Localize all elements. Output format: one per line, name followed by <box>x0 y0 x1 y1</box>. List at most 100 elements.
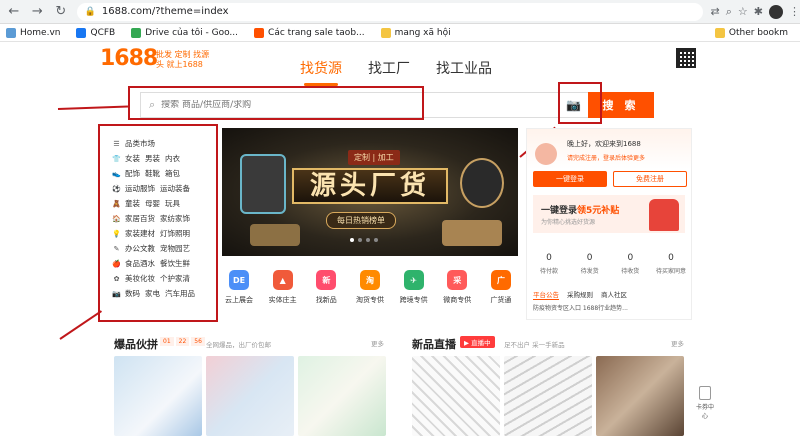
service-taobao-supply[interactable]: 淘淘货专供 <box>353 270 387 314</box>
banner-subtitle: 每日热销榜单 <box>326 212 396 229</box>
forward-button[interactable]: → <box>28 2 48 22</box>
tab-find-goods[interactable]: 找货源 <box>300 58 342 86</box>
live-thumbnail[interactable] <box>412 356 500 436</box>
news-link[interactable]: 防疫物资专区入口 1688行业趋势... <box>533 303 628 312</box>
warning-text[interactable]: 请完成注册，登录后体验更多 <box>567 153 645 162</box>
category-link[interactable]: 汽车用品 <box>165 288 195 299</box>
bookmark-item[interactable]: Drive của tôi - Goo... <box>131 27 238 38</box>
service-guangzhou[interactable]: 广广货通 <box>484 270 518 314</box>
category-icon: ⚽ <box>112 184 121 193</box>
category-row: 👟 配饰 鞋靴 箱包 <box>112 166 216 181</box>
category-link[interactable]: 个护家清 <box>160 273 190 284</box>
product-thumbnail[interactable] <box>298 356 386 436</box>
stat-pending-consent[interactable]: 0 待买家同意 <box>653 253 689 275</box>
category-row: 👕 女装 男装 内衣 <box>112 151 216 166</box>
category-link[interactable]: 内衣 <box>165 153 180 164</box>
banner-pagination <box>350 238 378 242</box>
service-icon: 新 <box>316 270 337 290</box>
bookmark-item[interactable]: Các trang sale taob... <box>254 27 365 38</box>
site-logo[interactable]: 1688 <box>100 46 158 71</box>
category-row: ☰ 品类市场 <box>112 136 216 151</box>
live-thumbnail[interactable] <box>596 356 684 436</box>
service-new-products[interactable]: 新找新品 <box>309 270 343 314</box>
tab-find-industrial[interactable]: 找工业品 <box>436 58 492 84</box>
banner-dot[interactable] <box>374 238 378 242</box>
stat-pending-receipt[interactable]: 0 待收货 <box>612 253 648 275</box>
register-button[interactable]: 免费注册 <box>613 171 687 187</box>
qr-code-icon[interactable] <box>676 48 696 68</box>
live-thumbnail[interactable] <box>504 356 592 436</box>
category-link[interactable]: 母婴 <box>145 198 160 209</box>
more-link[interactable]: 更多 <box>671 338 684 348</box>
banner-product-image <box>240 154 286 214</box>
login-promo[interactable]: 一键登录领5元补贴 为你精心挑选好货源 <box>533 195 685 233</box>
more-link[interactable]: 更多 <box>371 338 384 348</box>
category-link[interactable]: 品类市场 <box>125 138 155 149</box>
translate-icon[interactable]: ⇄ <box>711 5 720 18</box>
stat-pending-payment[interactable]: 0 待付款 <box>531 253 567 275</box>
category-row: 💡 家装建材 灯饰照明 <box>112 226 216 241</box>
category-link[interactable]: 餐饮生鲜 <box>160 258 190 269</box>
bookmark-item[interactable]: mang xã hội <box>380 27 451 38</box>
product-thumbnail[interactable] <box>114 356 202 436</box>
banner-headline: 源头厂货 <box>292 168 448 204</box>
banner-dot[interactable] <box>358 238 362 242</box>
service-icon: 广 <box>490 270 511 290</box>
tab-community[interactable]: 商人社区 <box>601 289 627 300</box>
section-title: 新品直播 <box>412 338 456 351</box>
bookmark-item[interactable]: QCFB <box>76 27 115 38</box>
category-link[interactable]: 美妆化妆 <box>125 273 155 284</box>
coupon-center[interactable]: 卡券中心 <box>694 386 716 420</box>
promo-banner[interactable]: 定制 | 加工 源头厂货 每日热销榜单 <box>222 128 518 256</box>
category-link[interactable]: 运动服饰 <box>125 183 155 194</box>
service-wechat-supply[interactable]: 采微商专供 <box>440 270 474 314</box>
category-link[interactable]: 家居百货 <box>125 213 155 224</box>
reload-button[interactable]: ↻ <box>51 2 71 22</box>
login-button[interactable]: 一键登录 <box>533 171 607 187</box>
category-link[interactable]: 配饰 <box>125 168 140 179</box>
category-link[interactable]: 童装 <box>125 198 140 209</box>
category-icon: 🍎 <box>112 259 121 268</box>
section-title: 爆品伙拼 <box>114 338 158 351</box>
category-link[interactable]: 箱包 <box>165 168 180 179</box>
menu-icon[interactable]: ⋮ <box>789 5 800 18</box>
category-icon: 👟 <box>112 169 121 178</box>
category-link[interactable]: 食品酒水 <box>125 258 155 269</box>
category-link[interactable]: 家纺家饰 <box>160 213 190 224</box>
category-link[interactable]: 鞋靴 <box>145 168 160 179</box>
category-link[interactable]: 数码 <box>125 288 140 299</box>
stat-pending-shipment[interactable]: 0 待发货 <box>572 253 608 275</box>
category-link[interactable]: 玩具 <box>165 198 180 209</box>
category-link[interactable]: 办公文教 <box>125 243 155 254</box>
star-icon[interactable]: ☆ <box>738 5 748 18</box>
category-link[interactable]: 运动装备 <box>160 183 190 194</box>
category-row: 🏠 家居百货 家纺家饰 <box>112 211 216 226</box>
category-row: ✿ 美妆化妆 个护家清 <box>112 271 216 286</box>
service-icon: 淘 <box>359 270 380 290</box>
category-row: 📷 数码 家电 汽车用品 <box>112 286 216 301</box>
category-link[interactable]: 男装 <box>145 153 160 164</box>
service-cloud-expo[interactable]: DE 云上展会 <box>222 270 256 314</box>
browser-address-bar: ← → ↻ 🔒 1688.com/?theme=index ⇄ ⌕ ☆ ✱ ⋮ <box>0 0 800 24</box>
service-store-owner[interactable]: ▲ 实体庄主 <box>266 270 300 314</box>
extensions-icon[interactable]: ✱ <box>754 5 763 18</box>
profile-avatar[interactable] <box>768 4 783 19</box>
back-button[interactable]: ← <box>4 2 24 22</box>
tab-purchase-rules[interactable]: 采购规则 <box>567 289 593 300</box>
bookmark-item[interactable]: Home.vn <box>6 27 60 38</box>
category-link[interactable]: 女装 <box>125 153 140 164</box>
banner-dot[interactable] <box>366 238 370 242</box>
tab-find-factory[interactable]: 找工厂 <box>368 58 410 84</box>
category-link[interactable]: 灯饰照明 <box>160 228 190 239</box>
url-field[interactable]: 🔒 1688.com/?theme=index <box>76 2 703 21</box>
service-cross-border[interactable]: ✈ 跨境专供 <box>397 270 431 314</box>
other-bookmarks[interactable]: Other bookm <box>714 27 788 38</box>
bookmark-icon <box>6 27 16 38</box>
product-thumbnail[interactable] <box>206 356 294 436</box>
category-link[interactable]: 家电 <box>145 288 160 299</box>
zoom-icon[interactable]: ⌕ <box>726 5 732 19</box>
tab-announcements[interactable]: 平台公告 <box>533 289 559 300</box>
banner-dot[interactable] <box>350 238 354 242</box>
category-link[interactable]: 宠物园艺 <box>160 243 190 254</box>
category-link[interactable]: 家装建材 <box>125 228 155 239</box>
